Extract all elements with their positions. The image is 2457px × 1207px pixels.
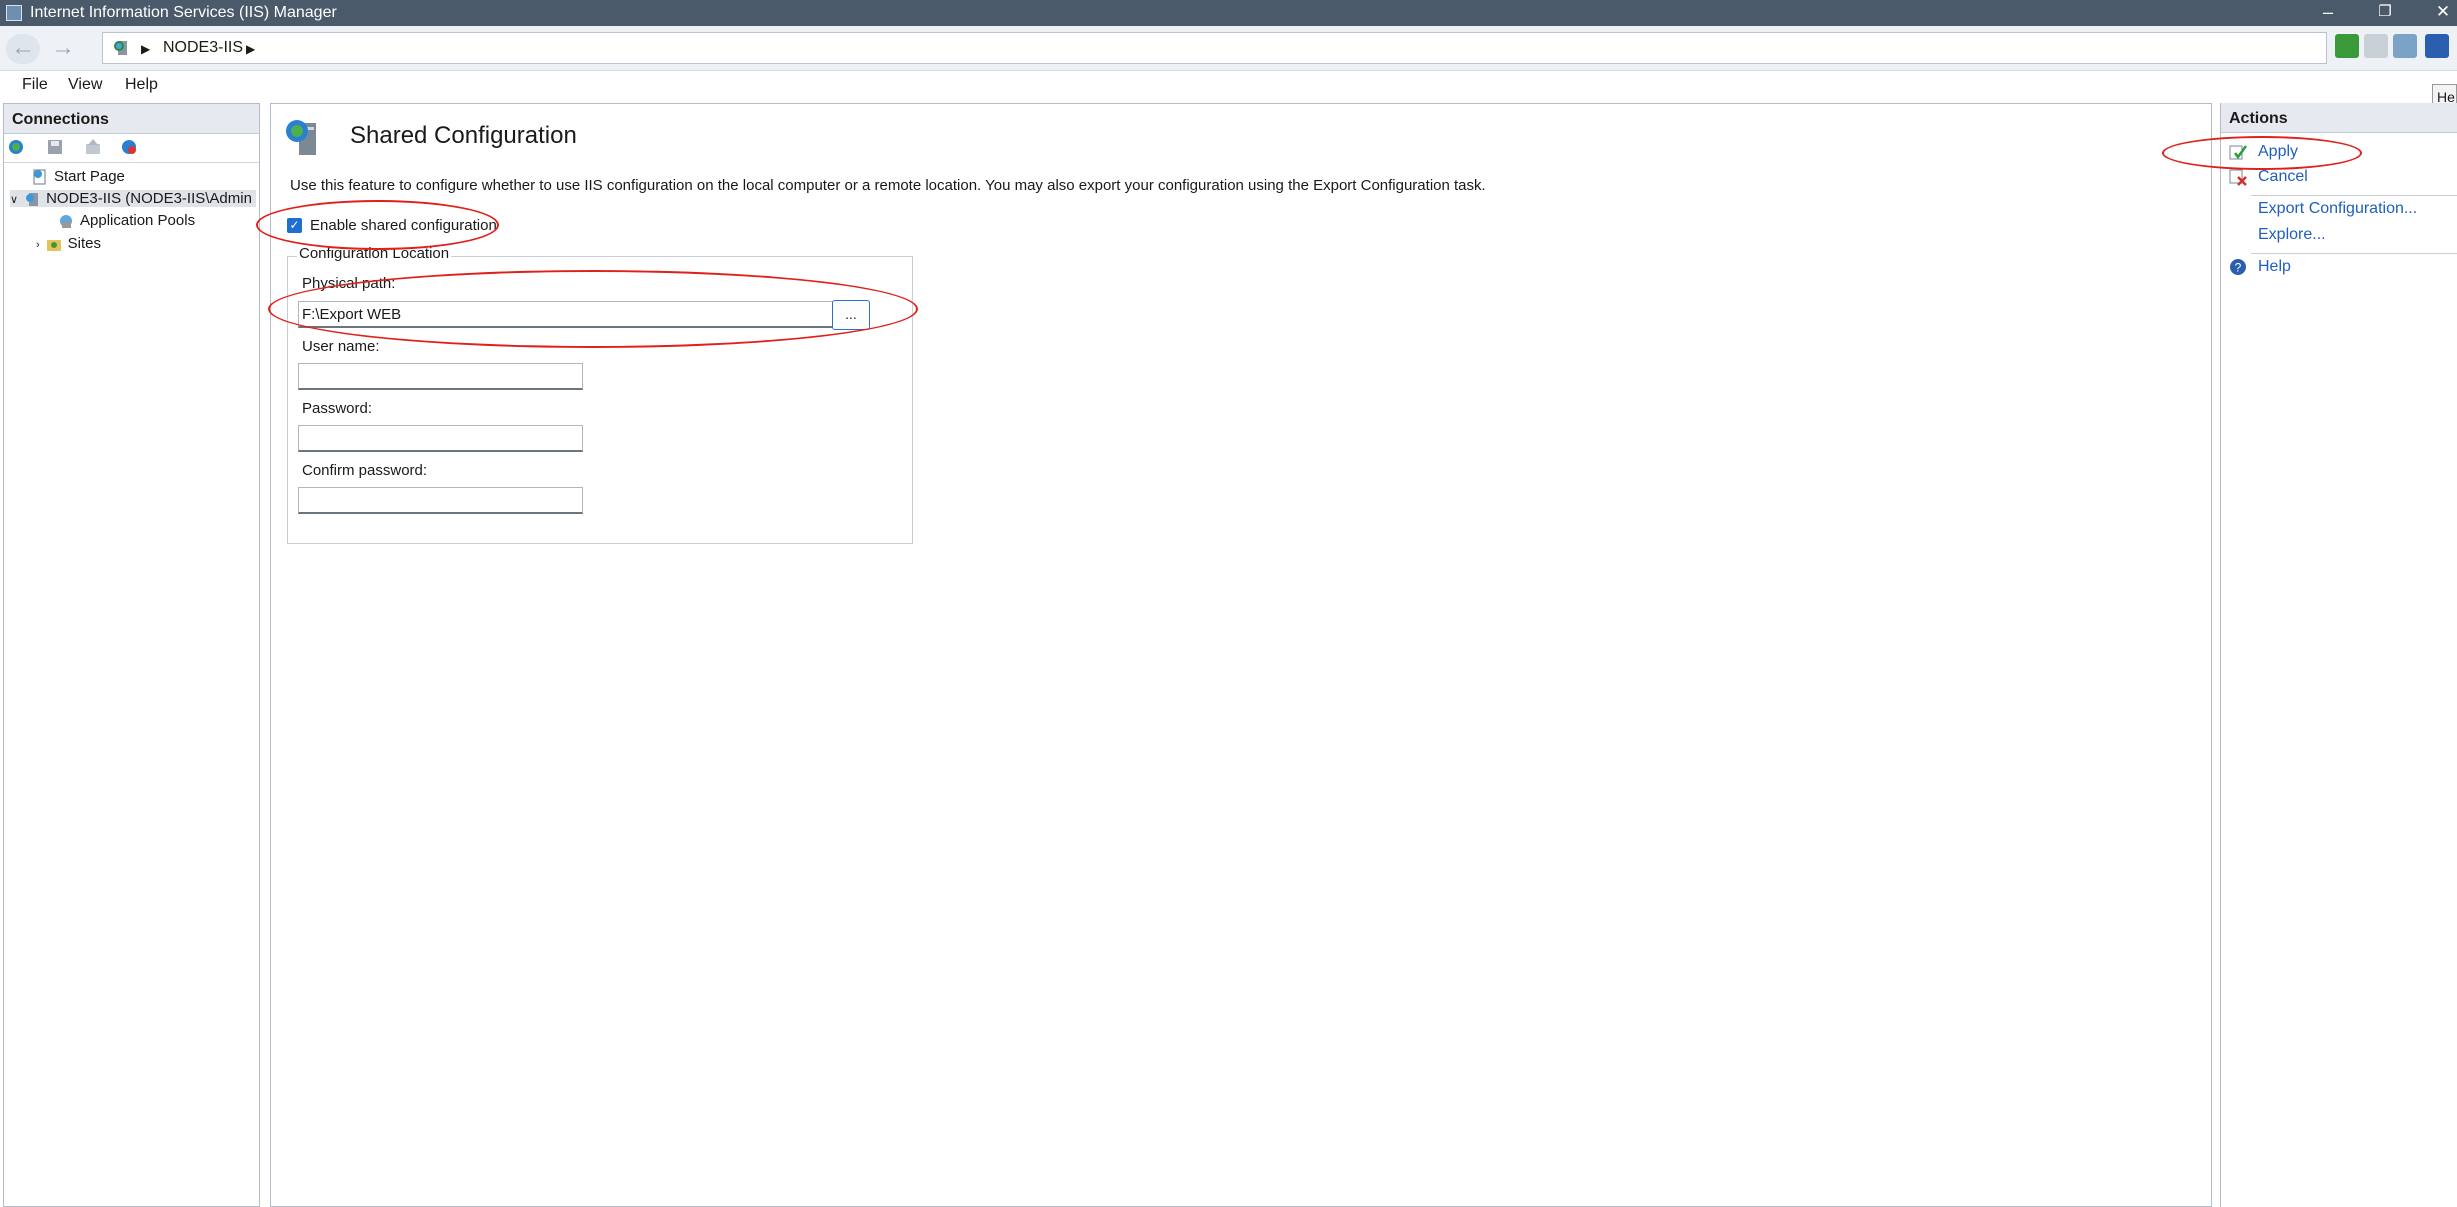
go-icon[interactable]: [2335, 34, 2359, 58]
stop-icon[interactable]: [2364, 34, 2388, 58]
title-bar: Internet Information Services (IIS) Mana…: [0, 0, 2457, 26]
help-action[interactable]: Help: [2258, 258, 2291, 276]
cancel-icon: [2229, 169, 2247, 186]
menu-help[interactable]: Help: [125, 76, 158, 94]
actions-pane: Actions Apply Cancel Export Configuratio…: [2220, 103, 2457, 1207]
explore-action[interactable]: Explore...: [2258, 226, 2326, 244]
connect-icon[interactable]: [8, 138, 26, 156]
username-label: User name:: [302, 338, 380, 355]
home-icon[interactable]: [2393, 34, 2417, 58]
menu-file[interactable]: File: [22, 76, 48, 94]
tree-label: NODE3-IIS (NODE3-IIS\Admin: [46, 190, 252, 207]
breadcrumb-arrow-icon[interactable]: ▶: [246, 42, 255, 56]
cancel-action[interactable]: Cancel: [2258, 168, 2308, 186]
enable-shared-config-label: Enable shared configuration: [310, 217, 497, 234]
apply-action[interactable]: Apply: [2258, 143, 2298, 161]
confirm-password-label: Confirm password:: [302, 462, 428, 479]
confirm-password-input[interactable]: [298, 487, 583, 514]
connections-pane: Connections Start Page ∨ NODE3-IIS (NODE3…: [3, 103, 260, 1207]
connections-toolbar: [4, 134, 259, 163]
actions-separator: [2251, 195, 2457, 196]
server-icon: [114, 41, 127, 55]
breadcrumb[interactable]: ▶ NODE3-IIS ▶: [102, 32, 2327, 64]
help-icon: ?: [2230, 259, 2246, 275]
apply-icon: [2229, 145, 2247, 160]
feature-pane: Shared Configuration Use this feature to…: [270, 103, 2212, 1207]
forward-button[interactable]: →: [46, 34, 80, 64]
start-page-icon: [33, 169, 46, 185]
svg-text:?: ?: [2235, 261, 2242, 275]
restore-button[interactable]: ❐: [2362, 0, 2408, 26]
breadcrumb-server[interactable]: NODE3-IIS: [163, 39, 243, 57]
server-icon: [26, 193, 39, 207]
close-button[interactable]: ✕: [2420, 0, 2457, 26]
menu-bar: File View Help: [0, 71, 2457, 101]
minimize-button[interactable]: –: [2305, 0, 2351, 26]
physical-path-input[interactable]: F:\Export WEB: [298, 301, 838, 328]
tree-application-pools[interactable]: Application Pools: [58, 212, 195, 229]
window-title: Internet Information Services (IIS) Mana…: [30, 4, 337, 21]
browse-button[interactable]: ...: [832, 300, 870, 330]
tree-server-node[interactable]: ∨ NODE3-IIS (NODE3-IIS\Admin: [10, 190, 256, 208]
tree-label: Sites: [67, 235, 102, 252]
password-input[interactable]: [298, 425, 583, 452]
remove-connection-icon[interactable]: [120, 138, 138, 156]
help-icon[interactable]: [2425, 34, 2449, 58]
iis-app-icon: [6, 5, 22, 21]
application-pools-icon: [60, 215, 72, 229]
breadcrumb-arrow-icon[interactable]: ▶: [141, 42, 150, 56]
shared-configuration-icon: [286, 120, 316, 155]
chevron-down-icon[interactable]: ∨: [10, 194, 18, 206]
export-configuration-action[interactable]: Export Configuration...: [2258, 200, 2417, 218]
connections-header: Connections: [4, 104, 259, 134]
address-bar: ← → ▶ NODE3-IIS ▶: [0, 26, 2457, 71]
chevron-right-icon[interactable]: ›: [36, 239, 40, 251]
up-icon[interactable]: [84, 138, 102, 156]
tree-label: Application Pools: [80, 212, 196, 229]
sites-icon: [46, 240, 61, 252]
actions-header: Actions: [2221, 103, 2457, 133]
feature-description: Use this feature to configure whether to…: [290, 177, 1486, 194]
back-button[interactable]: ←: [6, 34, 40, 64]
password-label: Password:: [302, 400, 373, 417]
physical-path-label: Physical path:: [302, 275, 396, 292]
username-input[interactable]: [298, 363, 583, 390]
tree-sites[interactable]: › Sites: [36, 235, 101, 252]
menu-view[interactable]: View: [68, 76, 102, 94]
save-icon[interactable]: [46, 138, 64, 156]
enable-shared-config-checkbox[interactable]: ✓: [287, 218, 302, 233]
tree-label: Start Page: [54, 168, 125, 185]
tree-start-page[interactable]: Start Page: [32, 168, 125, 185]
actions-separator: [2251, 253, 2457, 254]
page-title: Shared Configuration: [350, 122, 577, 149]
configuration-location-label: Configuration Location: [297, 245, 452, 262]
